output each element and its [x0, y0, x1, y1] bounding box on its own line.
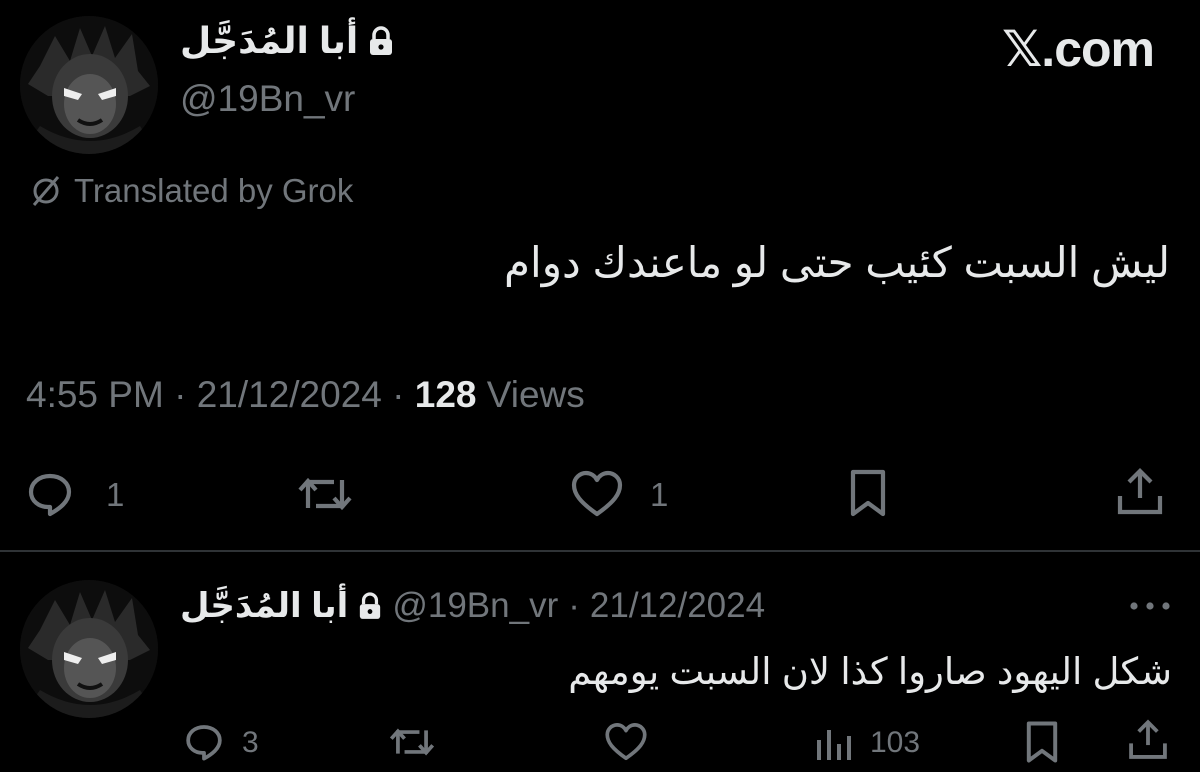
- meta-separator: ·: [392, 374, 405, 415]
- avatar-image: [20, 16, 158, 154]
- repost-icon[interactable]: [388, 722, 436, 762]
- views-label: Views: [486, 374, 585, 415]
- meta-separator: ·: [174, 374, 187, 415]
- reply-author-name[interactable]: أبا المُدَجَّل: [180, 586, 348, 626]
- author-avatar[interactable]: [20, 16, 158, 154]
- share-icon[interactable]: [1126, 718, 1170, 762]
- reply-count: 1: [106, 476, 125, 513]
- tweet-divider: [0, 550, 1200, 552]
- lock-icon: [360, 592, 381, 619]
- tweet-time[interactable]: 4:55 PM: [26, 374, 164, 415]
- author-name[interactable]: أبا المُدَجَّل: [180, 20, 358, 62]
- reply-header: أبا المُدَجَّل @19Bn_vr · 21/12/2024: [180, 584, 765, 628]
- reply-date[interactable]: 21/12/2024: [590, 586, 765, 626]
- reply-author-avatar[interactable]: [20, 580, 158, 718]
- reply-text: شكل اليهود صاروا كذا لان السبت يومهم: [568, 651, 1172, 692]
- grok-translate-icon: [32, 176, 60, 206]
- like-icon[interactable]: [570, 470, 624, 518]
- bookmark-icon[interactable]: [848, 468, 888, 518]
- author-name-row[interactable]: أبا المُدَجَّل: [180, 18, 394, 64]
- author-handle[interactable]: @19Bn_vr: [180, 78, 355, 120]
- bookmark-icon[interactable]: [1024, 720, 1060, 764]
- like-count: 1: [650, 476, 669, 513]
- tweet-text: ليش السبت كئيب حتى لو ماعندك دوام: [504, 239, 1170, 286]
- tweet-date[interactable]: 21/12/2024: [197, 374, 382, 415]
- reply-reply-count: 3: [242, 726, 259, 759]
- reply-icon[interactable]: [184, 722, 224, 762]
- tweet-meta: 4:55 PM · 21/12/2024 · 128 Views: [26, 374, 585, 416]
- views-analytics-icon[interactable]: [814, 722, 854, 762]
- lock-icon: [370, 26, 393, 55]
- reply-author-handle[interactable]: @19Bn_vr: [392, 586, 558, 626]
- repost-icon[interactable]: [296, 470, 354, 518]
- meta-separator: ·: [568, 586, 580, 625]
- translated-by-grok[interactable]: Translated by Grok: [28, 172, 353, 210]
- translated-label: Translated by Grok: [74, 172, 354, 209]
- more-options-icon[interactable]: [1128, 598, 1172, 614]
- reply-views-count: 103: [870, 726, 921, 759]
- like-icon[interactable]: [604, 722, 648, 762]
- x-brand-watermark: 𝕏.com: [1002, 21, 1155, 77]
- views-count: 128: [414, 374, 477, 415]
- avatar-image: [20, 580, 158, 718]
- share-icon[interactable]: [1114, 466, 1166, 518]
- reply-icon[interactable]: [26, 470, 74, 518]
